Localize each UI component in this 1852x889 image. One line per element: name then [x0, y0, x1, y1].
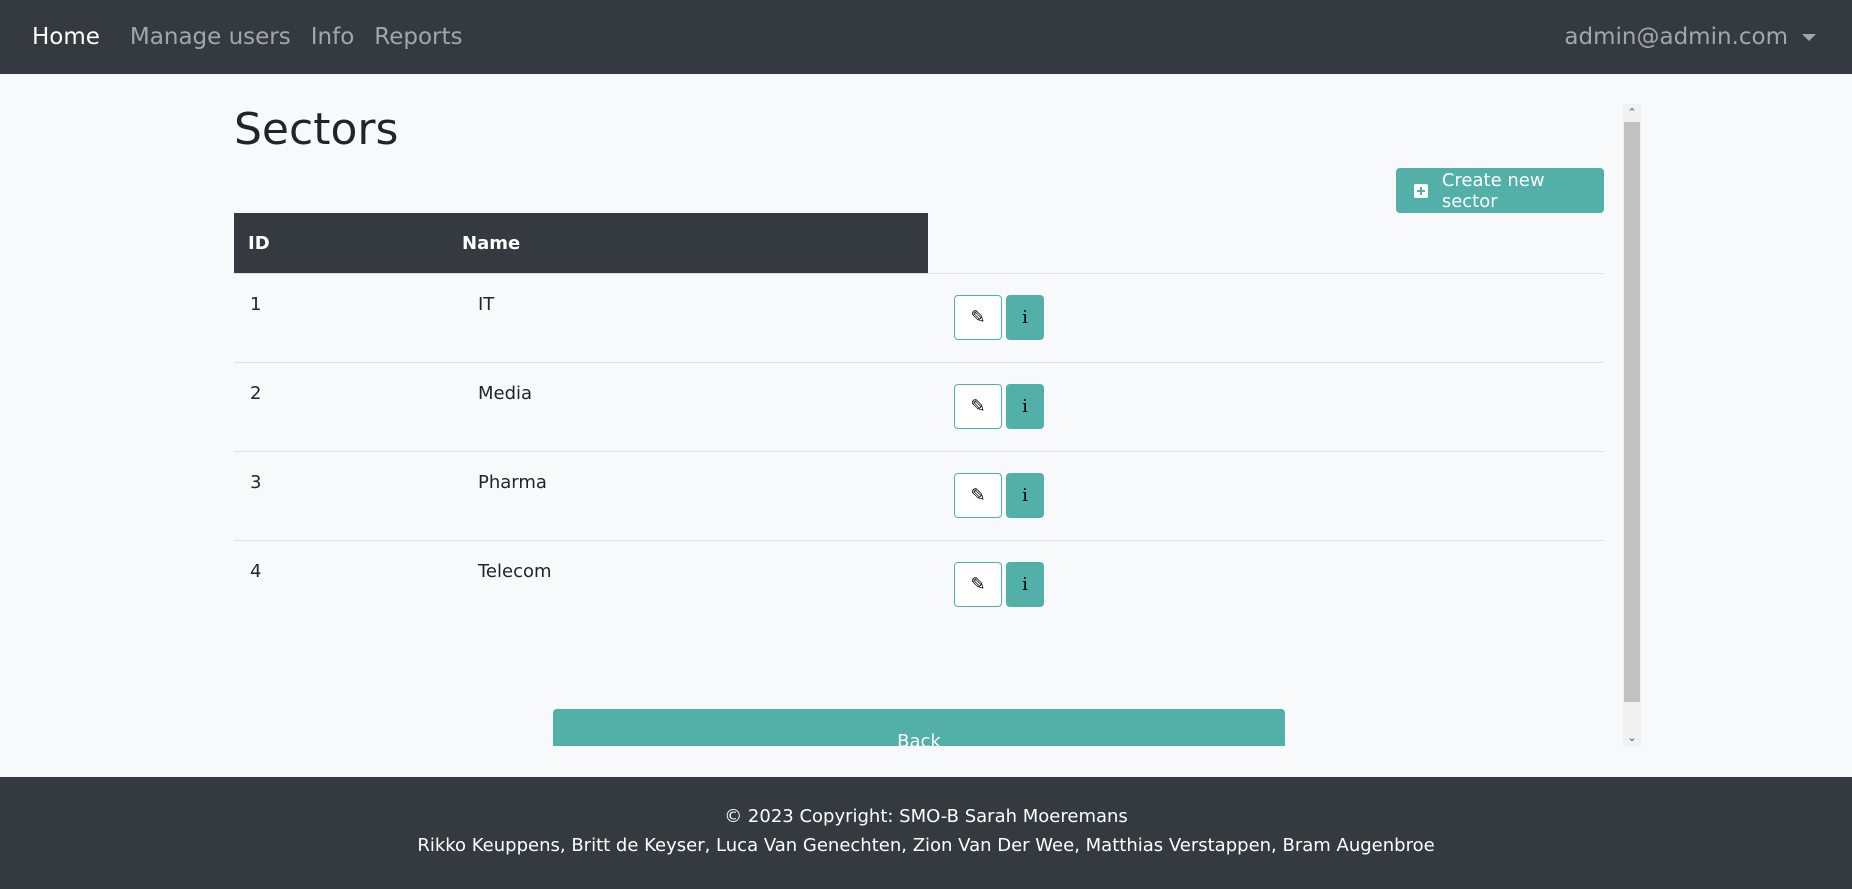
nav-manage-users-link[interactable]: Manage users: [130, 24, 291, 50]
pencil-icon: ✎: [970, 574, 986, 595]
table-row: 1 IT ✎ i: [234, 273, 1604, 362]
nav-reports-link[interactable]: Reports: [374, 24, 462, 50]
pencil-icon: ✎: [970, 396, 986, 417]
row-name: Telecom: [478, 561, 552, 582]
user-menu-dropdown[interactable]: admin@admin.com: [1564, 0, 1816, 74]
table-row: 2 Media ✎ i: [234, 362, 1604, 451]
info-icon: i: [1022, 485, 1028, 506]
table-header: ID Name: [234, 213, 928, 273]
column-header-name: Name: [462, 232, 521, 254]
scrollbar-thumb[interactable]: [1624, 122, 1640, 702]
nav-links: Manage users Info Reports: [130, 24, 483, 50]
info-button[interactable]: i: [1006, 295, 1044, 340]
sectors-table: ID Name 1 IT ✎ i 2 Media ✎ i 3 Pharma ✎ …: [234, 213, 1604, 629]
column-header-id: ID: [248, 232, 270, 254]
scroll-up-icon[interactable]: ⌃: [1623, 104, 1641, 121]
edit-button[interactable]: ✎: [954, 384, 1002, 429]
nav-info-link[interactable]: Info: [311, 24, 355, 50]
table-row: 3 Pharma ✎ i: [234, 451, 1604, 540]
pencil-icon: ✎: [970, 485, 986, 506]
user-email: admin@admin.com: [1564, 24, 1788, 50]
pencil-icon: ✎: [970, 307, 986, 328]
chevron-down-icon: [1802, 33, 1816, 41]
info-icon: i: [1022, 396, 1028, 417]
content-scroll-area: Sectors Create new sector ID Name 1 IT ✎…: [234, 104, 1641, 746]
footer-authors: Rikko Keuppens, Britt de Keyser, Luca Va…: [417, 835, 1435, 856]
edit-button[interactable]: ✎: [954, 473, 1002, 518]
row-id: 2: [250, 383, 262, 404]
create-sector-label: Create new sector: [1441, 169, 1545, 212]
back-button[interactable]: Back: [553, 709, 1285, 746]
info-icon: i: [1022, 574, 1028, 595]
row-id: 4: [250, 561, 262, 582]
create-sector-button[interactable]: Create new sector: [1396, 168, 1604, 213]
top-navbar: Home Manage users Info Reports admin@adm…: [0, 0, 1852, 74]
scroll-down-icon[interactable]: ⌄: [1623, 729, 1641, 746]
row-name: Media: [478, 383, 533, 404]
edit-button[interactable]: ✎: [954, 562, 1002, 607]
info-button[interactable]: i: [1006, 562, 1044, 607]
row-name: Pharma: [478, 472, 547, 493]
vertical-scrollbar[interactable]: ⌃ ⌄: [1623, 104, 1641, 746]
footer-copyright: © 2023 Copyright: SMO-B Sarah Moeremans: [724, 806, 1128, 827]
info-button[interactable]: i: [1006, 384, 1044, 429]
edit-button[interactable]: ✎: [954, 295, 1002, 340]
nav-home-link[interactable]: Home: [32, 24, 100, 50]
plus-square-icon: [1414, 183, 1428, 198]
table-row: 4 Telecom ✎ i: [234, 540, 1604, 629]
page-title: Sectors: [234, 104, 399, 155]
info-button[interactable]: i: [1006, 473, 1044, 518]
page-footer: © 2023 Copyright: SMO-B Sarah Moeremans …: [0, 777, 1852, 889]
row-name: IT: [478, 294, 495, 315]
row-id: 1: [250, 294, 262, 315]
info-icon: i: [1022, 307, 1028, 328]
row-id: 3: [250, 472, 262, 493]
